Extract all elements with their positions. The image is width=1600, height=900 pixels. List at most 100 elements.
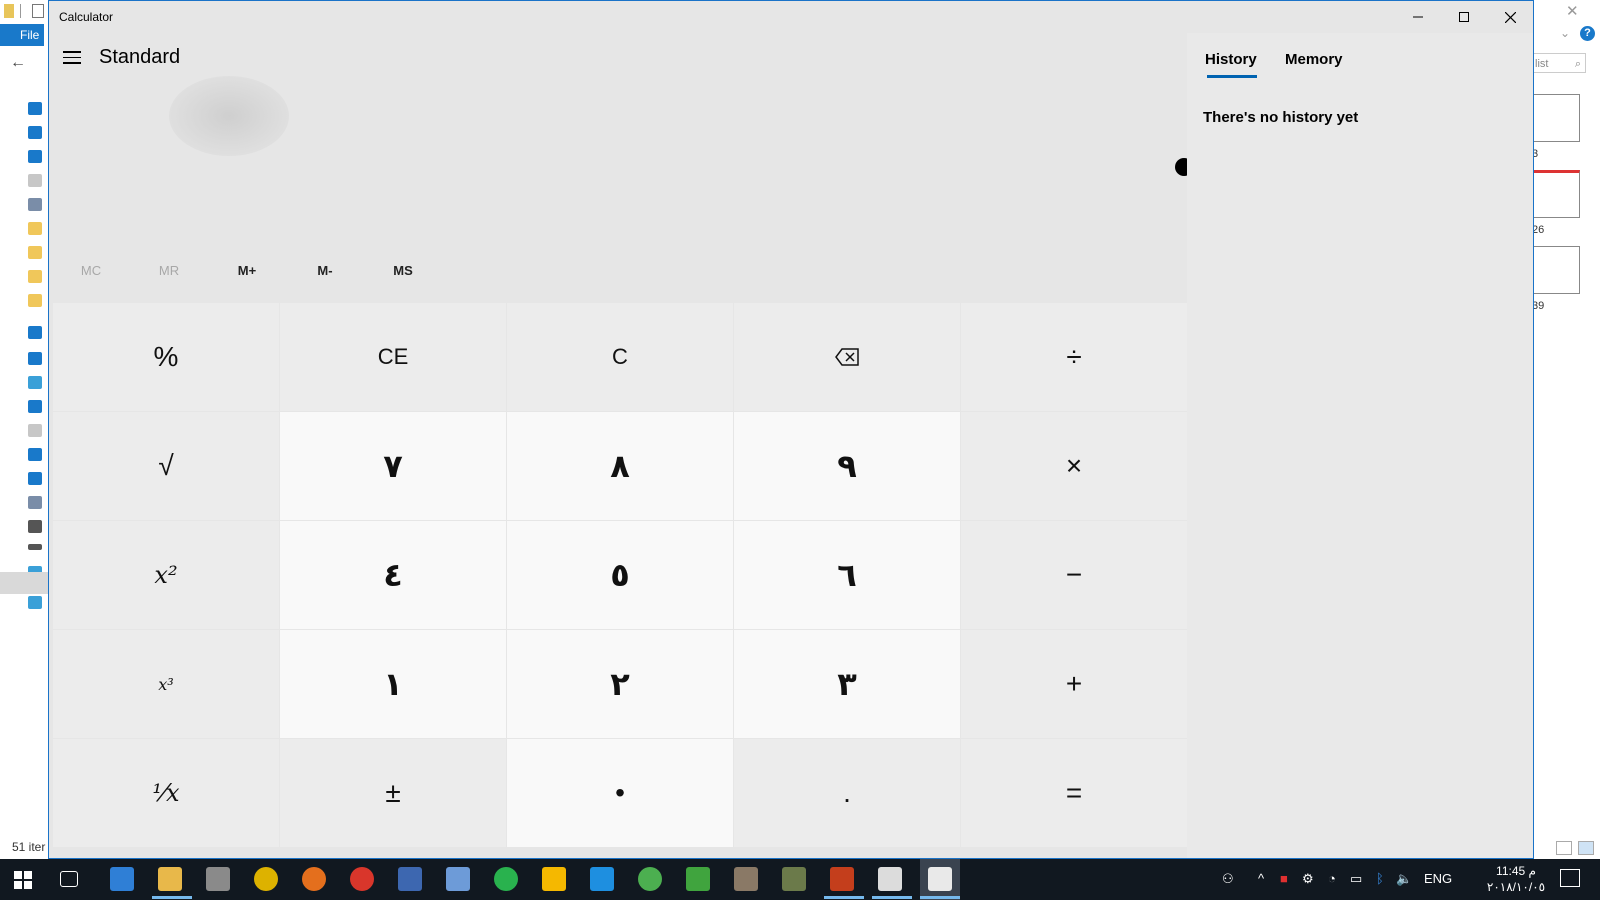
edge-browser-icon[interactable]	[110, 867, 134, 891]
start-button[interactable]	[14, 871, 32, 889]
digit-7-button[interactable]: ٧	[280, 412, 506, 520]
music-icon[interactable]	[28, 472, 42, 485]
qt-creator-icon[interactable]	[686, 867, 710, 891]
folder-icon[interactable]	[28, 294, 42, 307]
drive-tray-icon[interactable]: ▭	[1350, 871, 1362, 887]
memory-add-button[interactable]: M+	[207, 256, 287, 286]
add-button[interactable]: +	[961, 630, 1187, 738]
volume-icon[interactable]: 🔈	[1396, 871, 1412, 887]
pictures-icon[interactable]	[28, 496, 42, 509]
selected-nav-item[interactable]	[0, 572, 48, 594]
maximize-button[interactable]	[1441, 1, 1487, 33]
wifi-icon[interactable]: ◔	[1328, 871, 1336, 886]
3d-objects-icon[interactable]	[28, 376, 42, 389]
file-thumbnail[interactable]	[1532, 246, 1580, 294]
cube-button[interactable]: x³	[53, 630, 279, 738]
clock[interactable]: 11:45 م ٢٠١٨/١٠/٠٥	[1486, 863, 1546, 895]
digit-3-button[interactable]: ٣	[734, 630, 960, 738]
memory-recall-button[interactable]: MR	[129, 256, 209, 286]
this-pc-icon[interactable]	[28, 352, 42, 365]
documents-icon[interactable]	[28, 174, 42, 187]
drive-icon[interactable]	[28, 544, 42, 550]
divide-button[interactable]: ÷	[961, 303, 1187, 411]
close-button[interactable]	[1487, 1, 1533, 33]
powerpoint-icon[interactable]	[830, 867, 854, 891]
language-indicator[interactable]: ENG	[1424, 871, 1452, 886]
task-view-icon[interactable]	[60, 871, 78, 887]
desktop-icon[interactable]	[28, 126, 42, 139]
file-thumbnail[interactable]	[1532, 94, 1580, 142]
chrome-icon[interactable]	[254, 867, 278, 891]
whatsapp-icon[interactable]	[494, 867, 518, 891]
digit-1-button[interactable]: ١	[280, 630, 506, 738]
digit-9-button[interactable]: ٩	[734, 412, 960, 520]
memory-clear-button[interactable]: MC	[51, 256, 131, 286]
action-center-icon[interactable]	[1560, 869, 1580, 887]
back-arrow-icon[interactable]: ←	[10, 54, 26, 72]
taskbar-selected-app[interactable]	[920, 859, 960, 900]
explorer-search-input[interactable]: list ⌕	[1530, 53, 1586, 73]
reciprocal-button[interactable]: ¹⁄x	[53, 739, 279, 847]
subtract-button[interactable]: −	[961, 521, 1187, 629]
tab-history[interactable]: History	[1205, 51, 1257, 68]
file-thumbnail[interactable]	[1532, 170, 1580, 218]
tray-app-icon[interactable]: ⚙	[1302, 871, 1314, 887]
onedrive-icon[interactable]	[28, 326, 42, 339]
folder-icon[interactable]	[28, 246, 42, 259]
digit-5-button[interactable]: ٥	[507, 521, 733, 629]
digit-4-button[interactable]: ٤	[280, 521, 506, 629]
large-icons-view-icon[interactable]	[1578, 841, 1594, 855]
bluetooth-icon[interactable]: ᛒ	[1376, 871, 1384, 886]
folder-icon[interactable]	[28, 270, 42, 283]
memory-subtract-button[interactable]: M-	[285, 256, 365, 286]
red-app-icon[interactable]	[350, 867, 374, 891]
3d-app-icon[interactable]	[446, 867, 470, 891]
properties-icon[interactable]	[32, 4, 44, 18]
calculator-icon[interactable]	[878, 867, 902, 891]
help-icon[interactable]: ?	[1580, 26, 1595, 41]
quick-access-icon[interactable]	[28, 102, 42, 115]
percent-button[interactable]: %	[53, 303, 279, 411]
square-root-button[interactable]: √	[53, 412, 279, 520]
clear-entry-button[interactable]: CE	[280, 303, 506, 411]
close-icon[interactable]: ✕	[1566, 2, 1579, 20]
network-icon[interactable]	[28, 596, 42, 609]
negate-button[interactable]: ±	[280, 739, 506, 847]
backspace-button[interactable]	[734, 303, 960, 411]
downloads-icon[interactable]	[28, 448, 42, 461]
chevron-down-icon[interactable]: ⌄	[1560, 26, 1570, 40]
multiply-button[interactable]: ×	[961, 412, 1187, 520]
people-icon[interactable]: ⚇	[1222, 871, 1234, 887]
equals-button[interactable]: =	[961, 739, 1187, 847]
digit-8-button[interactable]: ٨	[507, 412, 733, 520]
cube-app-icon[interactable]	[782, 867, 806, 891]
digit-0-button[interactable]: •	[507, 739, 733, 847]
android-studio-icon[interactable]	[638, 867, 662, 891]
dev-app-icon[interactable]	[398, 867, 422, 891]
hamburger-menu-icon[interactable]	[63, 51, 81, 65]
square-button[interactable]: x²	[53, 521, 279, 629]
videos-icon[interactable]	[28, 520, 42, 533]
photo-app-icon[interactable]	[734, 867, 758, 891]
decimal-button[interactable]: .	[734, 739, 960, 847]
downloads-icon[interactable]	[28, 150, 42, 163]
pictures-icon[interactable]	[28, 198, 42, 211]
store-icon[interactable]	[206, 867, 230, 891]
digit-6-button[interactable]: ٦	[734, 521, 960, 629]
acrobat-tray-icon[interactable]: ■	[1280, 871, 1288, 886]
colors-app-icon[interactable]	[542, 867, 566, 891]
sync-app-icon[interactable]	[590, 867, 614, 891]
clear-button[interactable]: C	[507, 303, 733, 411]
file-explorer-icon[interactable]	[158, 867, 182, 891]
documents-icon[interactable]	[28, 424, 42, 437]
folder-icon[interactable]	[28, 222, 42, 235]
digit-2-button[interactable]: ٢	[507, 630, 733, 738]
explorer-file-tab[interactable]: File	[0, 24, 44, 46]
tab-memory[interactable]: Memory	[1285, 51, 1343, 68]
details-view-icon[interactable]	[1556, 841, 1572, 855]
firefox-icon[interactable]	[302, 867, 326, 891]
desktop-icon[interactable]	[28, 400, 42, 413]
minimize-button[interactable]	[1395, 1, 1441, 33]
chevron-up-icon[interactable]: ^	[1258, 871, 1264, 886]
memory-store-button[interactable]: MS	[363, 256, 443, 286]
